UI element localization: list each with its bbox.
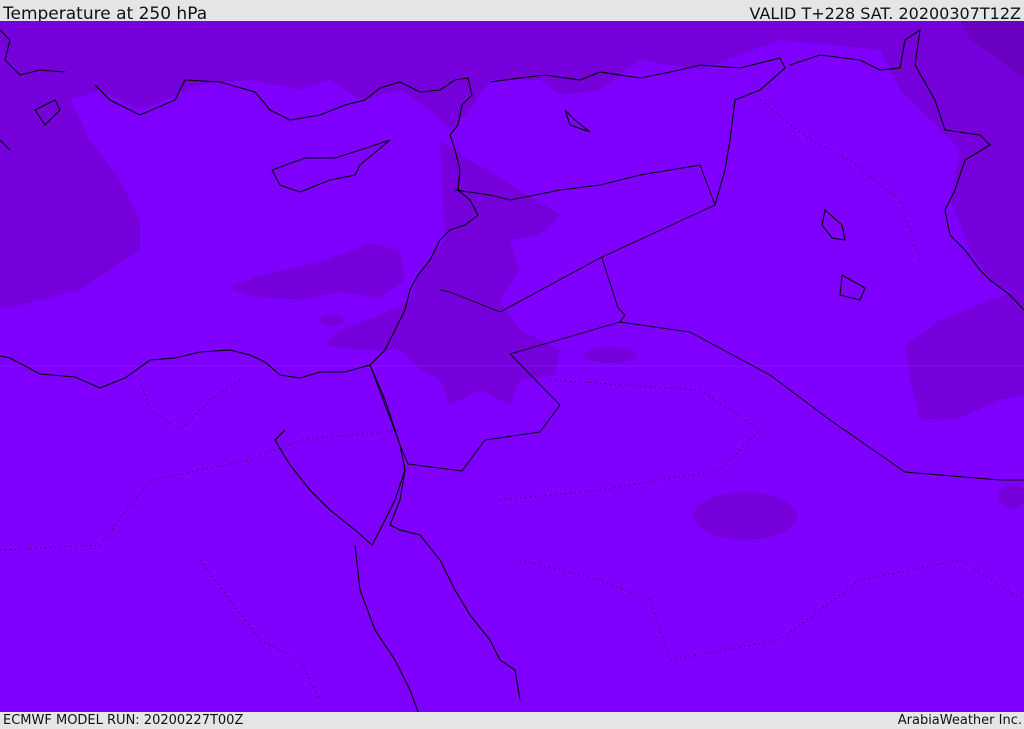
cold-region-iraq xyxy=(583,347,637,363)
temperature-map xyxy=(0,21,1024,712)
footer-bar: ECMWF MODEL RUN: 20200227T00Z ArabiaWeat… xyxy=(0,712,1024,729)
cold-region-cell xyxy=(320,315,344,327)
model-run: ECMWF MODEL RUN: 20200227T00Z xyxy=(3,713,244,728)
cold-region-arabia xyxy=(693,492,797,540)
cold-region-small xyxy=(186,212,210,232)
header-bar: Temperature at 250 hPa VALID T+228 SAT. … xyxy=(0,0,1024,24)
brand-credit: ArabiaWeather Inc. xyxy=(897,713,1022,728)
